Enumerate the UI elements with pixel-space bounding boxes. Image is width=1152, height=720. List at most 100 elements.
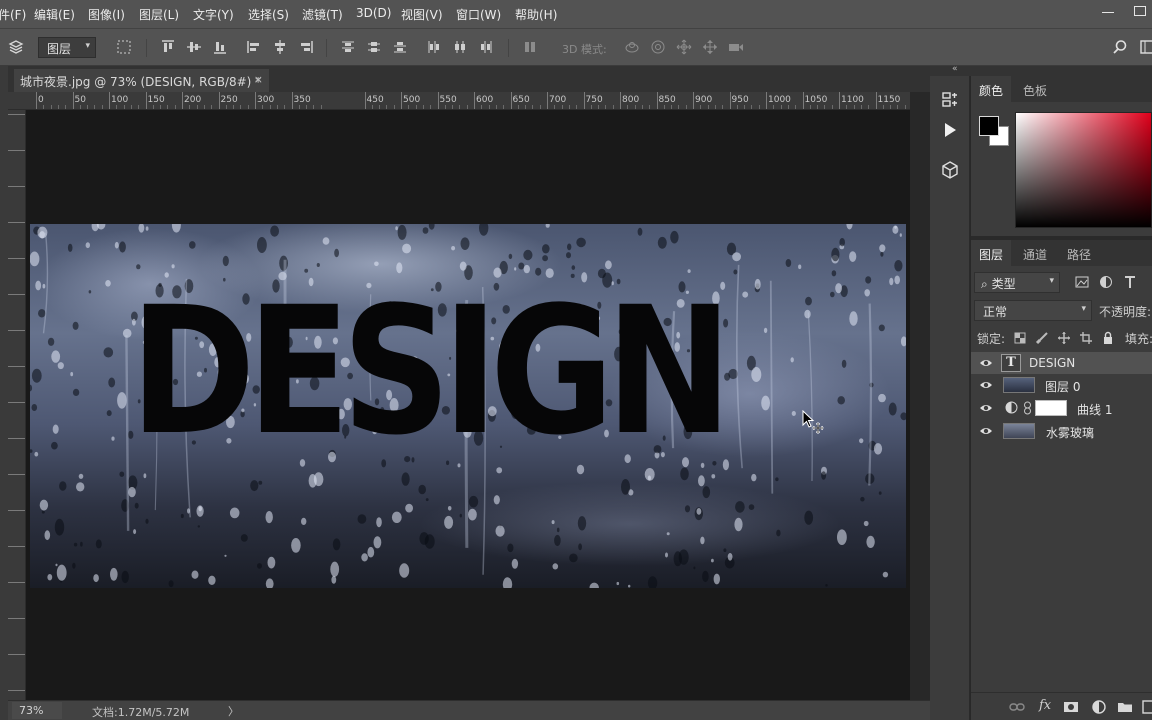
- link-layers-icon[interactable]: [1009, 699, 1025, 715]
- history-icon[interactable]: [940, 90, 960, 110]
- menu-3d[interactable]: 3D(D): [356, 6, 391, 20]
- filter-type-icon[interactable]: [1123, 275, 1137, 289]
- menu-filter[interactable]: 滤镜(T): [302, 6, 343, 23]
- raindrop: [666, 532, 670, 536]
- menu-type[interactable]: 文字(Y): [193, 6, 234, 23]
- align-vcenter-icon[interactable]: [186, 39, 202, 55]
- tools-panel-edge[interactable]: [0, 66, 8, 720]
- menu-layer[interactable]: 图层(L): [139, 6, 179, 23]
- layer-name[interactable]: 水雾玻璃: [1046, 424, 1094, 441]
- lock-artboard-icon[interactable]: [1079, 331, 1093, 345]
- filter-pixel-icon[interactable]: [1075, 275, 1089, 289]
- search-icon[interactable]: [1112, 39, 1128, 55]
- new-layer-icon[interactable]: [1141, 699, 1152, 715]
- orbit-3d-icon[interactable]: [624, 39, 640, 55]
- pan-3d-icon[interactable]: [676, 39, 692, 55]
- distribute-top-icon[interactable]: [340, 39, 356, 55]
- tab-channels[interactable]: 通道: [1015, 240, 1055, 266]
- menu-view[interactable]: 视图(V): [401, 6, 443, 23]
- filter-adjustment-icon[interactable]: [1099, 275, 1113, 289]
- raindrop: [374, 261, 379, 267]
- menu-help[interactable]: 帮助(H): [515, 6, 557, 23]
- vertical-ruler[interactable]: [8, 110, 26, 700]
- new-adjustment-icon[interactable]: [1091, 699, 1107, 715]
- align-top-icon[interactable]: [160, 39, 176, 55]
- slide-3d-icon[interactable]: [702, 39, 718, 55]
- lock-transparency-icon[interactable]: [1013, 331, 1027, 345]
- minimize-button[interactable]: [1102, 12, 1114, 13]
- visibility-eye-icon[interactable]: [979, 379, 993, 391]
- close-icon[interactable]: ×: [254, 73, 263, 86]
- raindrop: [117, 392, 127, 409]
- move-tool-icon[interactable]: [8, 39, 24, 55]
- horizontal-ruler[interactable]: 0 50 100 150 200 250 300 350 450 500 550 600 650 700 7…: [8, 92, 930, 110]
- text-layer-thumbnail-icon[interactable]: T: [1001, 354, 1021, 372]
- layer-name[interactable]: 图层 0: [1045, 378, 1080, 395]
- maximize-button[interactable]: [1134, 6, 1146, 16]
- canvas-workspace[interactable]: DESIGN: [26, 110, 910, 700]
- menu-select[interactable]: 选择(S): [248, 6, 289, 23]
- layer-row-curves1[interactable]: 曲线 1: [971, 397, 1152, 419]
- image-layer-thumbnail[interactable]: [1003, 423, 1035, 439]
- menu-window[interactable]: 窗口(W): [456, 6, 501, 23]
- auto-align-icon[interactable]: [522, 39, 538, 55]
- foreground-color-swatch[interactable]: [979, 116, 999, 136]
- color-picker-field[interactable]: [1015, 112, 1152, 228]
- align-hcenter-icon[interactable]: [272, 39, 288, 55]
- collapse-double-arrow-icon[interactable]: «: [952, 64, 958, 74]
- image-layer-thumbnail[interactable]: [1003, 377, 1035, 393]
- distribute-bottom-icon[interactable]: [392, 39, 408, 55]
- tab-layers[interactable]: 图层: [971, 240, 1012, 266]
- add-mask-icon[interactable]: [1063, 699, 1079, 715]
- roll-3d-icon[interactable]: [650, 39, 666, 55]
- align-left-icon[interactable]: [246, 39, 262, 55]
- distribute-right-icon[interactable]: [478, 39, 494, 55]
- raindrop: [47, 337, 55, 346]
- status-menu-arrow[interactable]: 〉: [228, 703, 239, 719]
- workspace-icon[interactable]: [1140, 39, 1152, 55]
- visibility-eye-icon[interactable]: [979, 357, 993, 369]
- layer-name[interactable]: 曲线 1: [1077, 401, 1112, 418]
- layer-row-layer0[interactable]: 图层 0: [971, 374, 1152, 396]
- distribute-vcenter-icon[interactable]: [366, 39, 382, 55]
- canvas-scroll-gutter[interactable]: [910, 92, 930, 700]
- ruler-minor-tick: [284, 105, 286, 109]
- layer-style-fx-button[interactable]: fx: [1039, 698, 1051, 713]
- layer-row-fog-glass[interactable]: 水雾玻璃: [971, 420, 1152, 442]
- ruler-minor-tick: [116, 105, 118, 109]
- tab-paths[interactable]: 路径: [1059, 240, 1099, 266]
- new-group-folder-icon[interactable]: [1117, 699, 1133, 715]
- menu-file[interactable]: 件(F): [0, 6, 26, 23]
- layer-name[interactable]: DESIGN: [1029, 356, 1075, 370]
- 3d-cube-icon[interactable]: [940, 160, 960, 180]
- ruler-minor-tick: [101, 105, 103, 109]
- menu-image[interactable]: 图像(I): [88, 6, 125, 23]
- transform-controls-icon[interactable]: [116, 39, 132, 55]
- link-chain-icon[interactable]: [1023, 401, 1032, 415]
- document-image[interactable]: DESIGN: [30, 224, 906, 588]
- align-right-icon[interactable]: [298, 39, 314, 55]
- menu-edit[interactable]: 编辑(E): [34, 6, 75, 23]
- auto-select-target-dropdown[interactable]: 图层 ▾: [38, 37, 96, 58]
- zoom-level-field[interactable]: 73%: [12, 702, 62, 719]
- lock-position-icon[interactable]: [1057, 331, 1071, 345]
- align-bottom-icon[interactable]: [212, 39, 228, 55]
- layer-row-design[interactable]: T DESIGN: [971, 352, 1152, 374]
- visibility-eye-icon[interactable]: [979, 402, 993, 414]
- tab-color[interactable]: 颜色: [971, 76, 1012, 102]
- lock-pixels-brush-icon[interactable]: [1035, 331, 1049, 345]
- distribute-hcenter-icon[interactable]: [452, 39, 468, 55]
- ruler-tick-label: 950: [731, 95, 749, 105]
- layer-mask-thumbnail[interactable]: [1035, 400, 1067, 416]
- camera-3d-icon[interactable]: [728, 39, 744, 55]
- lock-all-icon[interactable]: [1101, 331, 1115, 345]
- distribute-left-icon[interactable]: [426, 39, 442, 55]
- visibility-eye-icon[interactable]: [979, 425, 993, 437]
- tab-swatches[interactable]: 色板: [1015, 76, 1055, 102]
- adjustment-layer-icon[interactable]: [1005, 401, 1018, 414]
- actions-play-icon[interactable]: [940, 120, 960, 140]
- panel-collapse-strip[interactable]: «: [930, 64, 1152, 76]
- blend-mode-dropdown[interactable]: 正常 ▾: [974, 300, 1092, 321]
- layer-filter-dropdown[interactable]: ⌕ 类型 ▾: [974, 272, 1060, 293]
- document-tab[interactable]: 城市夜景.jpg @ 73% (DESIGN, RGB/8#) * ×: [14, 69, 269, 92]
